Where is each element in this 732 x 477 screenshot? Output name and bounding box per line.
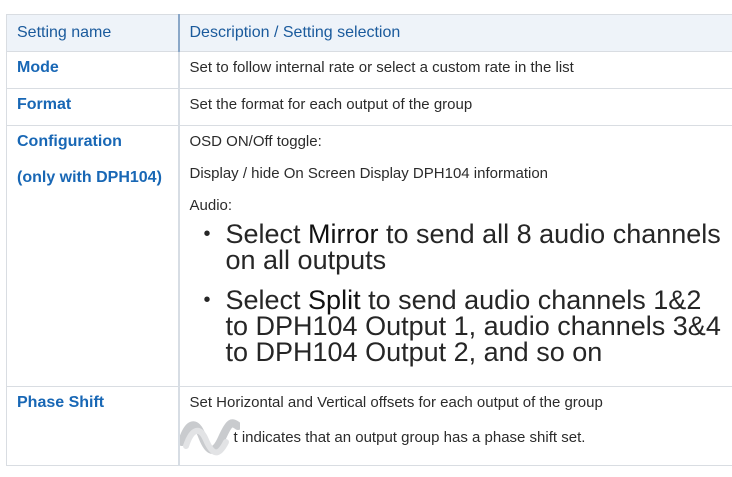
setting-name-phase-shift: Phase Shift [6,386,180,466]
settings-table-container: Setting name Description / Setting selec… [6,14,732,477]
phase-shift-icon-note: t indicates that an output group has a p… [233,428,586,446]
osd-label: OSD ON/Off toggle: [189,133,322,150]
header-setting-name: Setting name [6,14,180,52]
configuration-name-line1: Configuration [17,133,122,150]
table-row-configuration: Configuration (only with DPH104) OSD ON/… [6,125,732,387]
setting-desc-configuration: OSD ON/Off toggle: Display / hide On Scr… [178,125,732,387]
setting-name-mode: Mode [6,51,180,89]
audio-label: Audio: [189,197,233,214]
setting-desc-phase-shift: Set Horizontal and Vertical offsets for … [177,386,732,466]
table-header-row: Setting name Description / Setting selec… [6,14,732,52]
configuration-name-line2: (only with DPH104) [17,169,162,186]
audio-options-list: Select Mirror to send all 8 audio channe… [190,221,723,366]
header-description: Description / Setting selection [178,14,732,52]
setting-name-configuration: Configuration (only with DPH104) [6,125,180,387]
table-row-mode: Mode Set to follow internal rate or sele… [6,51,732,89]
list-item-split: Select Split to send audio channels 1&2 … [204,287,723,366]
list-item-mirror: Select Mirror to send all 8 audio channe… [204,221,723,274]
osd-description: Display / hide On Screen Display DPH104 … [189,165,549,182]
setting-desc-format: Set the format for each output of the gr… [178,88,732,126]
setting-name-format: Format [6,88,180,126]
table-row-format: Format Set the format for each output of… [6,88,732,126]
settings-table: Setting name Description / Setting selec… [6,14,732,466]
phase-shift-wave-icon [177,416,242,458]
phase-shift-icon-line: t indicates that an output group has a p… [177,416,723,458]
phase-shift-description: Set Horizontal and Vertical offsets for … [189,394,603,411]
table-row-phase-shift: Phase Shift Set Horizontal and Vertical … [6,386,732,466]
setting-desc-mode: Set to follow internal rate or select a … [178,51,732,89]
